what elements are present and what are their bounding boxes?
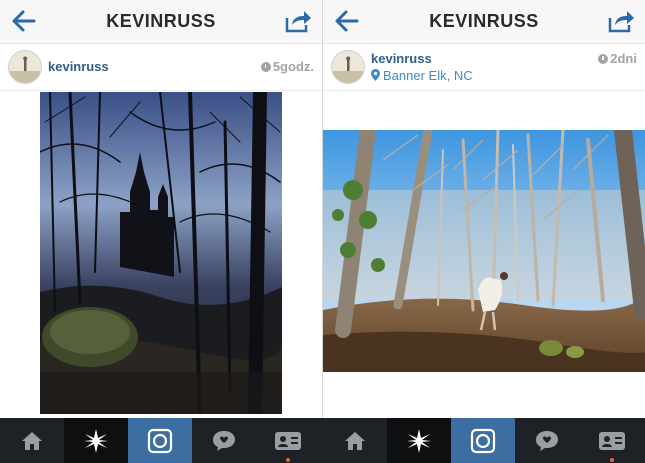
- post-header: kevinruss 5godz.: [0, 44, 322, 91]
- notification-dot: [610, 458, 614, 462]
- share-icon[interactable]: [284, 8, 312, 34]
- username-link[interactable]: kevinruss: [371, 51, 432, 66]
- profile-icon: [275, 431, 301, 450]
- camera-icon: [147, 428, 173, 453]
- post-header: kevinruss Banner Elk, NC 2dni: [323, 44, 645, 91]
- tab-activity[interactable]: [515, 418, 579, 463]
- tab-bar: [0, 418, 645, 463]
- post-time: 2dni: [598, 51, 637, 66]
- location-text: Banner Elk, NC: [383, 68, 473, 83]
- tab-explore[interactable]: [387, 418, 451, 463]
- clock-icon: [598, 54, 609, 64]
- tab-activity[interactable]: [192, 418, 256, 463]
- avatar[interactable]: [331, 50, 365, 84]
- profile-icon: [599, 431, 625, 450]
- post-photo[interactable]: [40, 92, 282, 414]
- tab-home[interactable]: [0, 418, 64, 463]
- avatar[interactable]: [8, 50, 42, 84]
- camera-icon: [470, 428, 496, 453]
- tab-camera[interactable]: [451, 418, 515, 463]
- tab-explore[interactable]: [64, 418, 128, 463]
- tab-profile[interactable]: [256, 418, 320, 463]
- post-photo[interactable]: [323, 130, 645, 372]
- activity-icon: [213, 430, 235, 451]
- username-link[interactable]: kevinruss: [48, 59, 109, 74]
- time-text: 2dni: [610, 51, 637, 66]
- tab-home[interactable]: [323, 418, 387, 463]
- page-title: KEVINRUSS: [106, 11, 216, 31]
- time-text: 5godz.: [272, 59, 314, 74]
- notification-dot: [286, 458, 290, 462]
- location-pin-icon: [371, 69, 380, 81]
- post-time: 5godz.: [260, 59, 314, 74]
- right-screen: KEVINRUSS kevinruss Banner Elk, NC 2dni: [323, 0, 645, 463]
- location-link[interactable]: Banner Elk, NC: [371, 68, 473, 83]
- explore-icon: [84, 428, 108, 453]
- navbar: KEVINRUSS: [323, 0, 645, 44]
- share-icon[interactable]: [607, 8, 635, 34]
- home-icon: [22, 431, 42, 450]
- tab-camera[interactable]: [128, 418, 192, 463]
- explore-icon: [407, 428, 431, 453]
- home-icon: [345, 431, 365, 450]
- tab-profile[interactable]: [579, 418, 645, 463]
- page-title: KEVINRUSS: [429, 11, 539, 31]
- clock-icon: [260, 62, 271, 72]
- navbar: KEVINRUSS: [0, 0, 322, 44]
- left-screen: KEVINRUSS kevinruss 5godz.: [0, 0, 322, 463]
- activity-icon: [536, 430, 558, 451]
